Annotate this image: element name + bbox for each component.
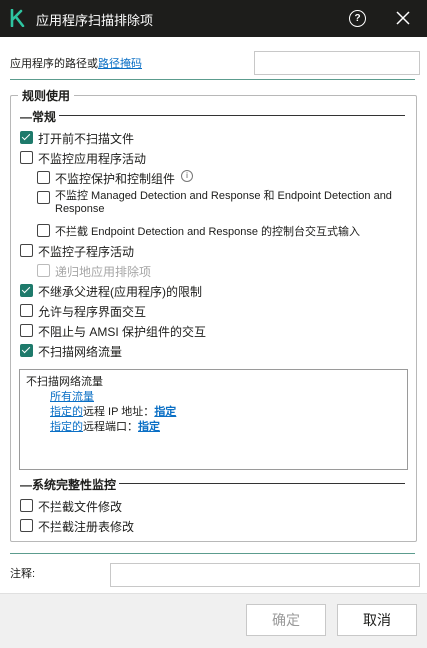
checkbox-item[interactable]: 不监控保护和控制组件 i bbox=[37, 170, 194, 187]
checkbox-label: 不继承父进程(应用程序)的限制 bbox=[38, 285, 202, 299]
specify-ip-link[interactable]: 指定 bbox=[154, 406, 176, 418]
help-icon[interactable]: ? bbox=[349, 10, 366, 27]
description-heading: 不扫描网络流量 bbox=[26, 376, 103, 388]
close-icon[interactable] bbox=[395, 9, 411, 27]
checkbox[interactable] bbox=[20, 324, 33, 337]
checkbox[interactable] bbox=[20, 151, 33, 164]
checkbox-label: 不拦截注册表修改 bbox=[38, 520, 135, 534]
divider bbox=[10, 553, 415, 554]
specified-port-link[interactable]: 指定的 bbox=[50, 421, 83, 433]
window-title: 应用程序扫描排除项 bbox=[36, 13, 154, 28]
path-input[interactable] bbox=[254, 51, 420, 75]
info-icon[interactable]: i bbox=[181, 170, 194, 182]
checkbox[interactable] bbox=[37, 191, 50, 204]
checkbox-item[interactable]: 打开前不扫描文件 bbox=[20, 130, 134, 147]
integrity-section-heading: —系统完整性监控 bbox=[20, 476, 120, 493]
checkbox-item[interactable]: 不监控子程序活动 bbox=[20, 243, 134, 260]
checkbox-item[interactable]: 不监控 Managed Detection and Response 和 End… bbox=[37, 190, 407, 216]
checkbox[interactable] bbox=[20, 499, 33, 512]
path-label: 应用程序的路径或 bbox=[10, 58, 98, 70]
checkbox-label: 打开前不扫描文件 bbox=[38, 132, 135, 146]
kaspersky-logo-icon bbox=[10, 9, 25, 27]
rules-group-title: 规则使用 bbox=[18, 87, 75, 104]
checkbox-label: 不拦截 Endpoint Detection and Response 的控制台… bbox=[55, 226, 361, 238]
checkbox-item[interactable]: 允许与程序界面交互 bbox=[20, 303, 146, 320]
checkbox-item[interactable]: 不拦截 Endpoint Detection and Response 的控制台… bbox=[37, 223, 360, 239]
checkbox-label: 不监控 Managed Detection and Response 和 End… bbox=[55, 190, 392, 215]
checkbox-label: 允许与程序界面交互 bbox=[38, 305, 147, 319]
checkbox-item[interactable]: 不拦截注册表修改 bbox=[20, 518, 134, 535]
remote-port-line: 指定的远程端口：指定 bbox=[50, 421, 160, 433]
checkbox-label: 递归地应用排除项 bbox=[55, 265, 152, 279]
all-traffic-link[interactable]: 所有流量 bbox=[50, 388, 94, 404]
checkbox-label: 不监控保护和控制组件 bbox=[55, 172, 176, 186]
checkbox[interactable] bbox=[20, 131, 33, 144]
checkbox-item[interactable]: 不继承父进程(应用程序)的限制 bbox=[20, 283, 202, 300]
checkbox-item[interactable]: 不拦截文件修改 bbox=[20, 498, 122, 515]
path-mask-link[interactable]: 路径掩码 bbox=[98, 58, 142, 70]
ok-button[interactable]: 确定 bbox=[246, 604, 326, 636]
specified-ip-link[interactable]: 指定的 bbox=[50, 406, 83, 418]
remote-ip-line: 指定的远程 IP 地址：指定 bbox=[50, 406, 177, 418]
comment-label: 注释: bbox=[10, 568, 36, 580]
checkbox-item-disabled: 递归地应用排除项 bbox=[37, 263, 151, 280]
cancel-button[interactable]: 取消 bbox=[337, 604, 417, 636]
title-bar: 应用程序扫描排除项 ? bbox=[0, 0, 427, 37]
checkbox[interactable] bbox=[20, 284, 33, 297]
comment-input[interactable] bbox=[110, 563, 420, 587]
checkbox-item[interactable]: 不监控应用程序活动 bbox=[20, 150, 146, 167]
checkbox[interactable] bbox=[20, 244, 33, 257]
checkbox-label: 不扫描网络流量 bbox=[38, 345, 123, 359]
divider bbox=[10, 79, 415, 80]
specify-port-link[interactable]: 指定 bbox=[138, 421, 160, 433]
checkbox-item[interactable]: 不阻止与 AMSI 保护组件的交互 bbox=[20, 323, 206, 340]
checkbox[interactable] bbox=[20, 344, 33, 357]
checkbox bbox=[37, 264, 50, 277]
rule-description-box: 不扫描网络流量 所有流量 指定的远程 IP 地址：指定 指定的远程端口：指定 bbox=[19, 369, 408, 470]
checkbox-label: 不阻止与 AMSI 保护组件的交互 bbox=[38, 325, 207, 339]
general-section-heading: —常规 bbox=[20, 108, 60, 125]
checkbox-label: 不拦截文件修改 bbox=[38, 500, 123, 514]
section-divider bbox=[20, 115, 405, 116]
checkbox-item[interactable]: 不扫描网络流量 bbox=[20, 343, 122, 360]
checkbox-label: 不监控应用程序活动 bbox=[38, 152, 147, 166]
path-label-row: 应用程序的路径或路径掩码 bbox=[10, 55, 142, 71]
checkbox[interactable] bbox=[20, 519, 33, 532]
checkbox[interactable] bbox=[37, 171, 50, 184]
checkbox[interactable] bbox=[20, 304, 33, 317]
checkbox[interactable] bbox=[37, 224, 50, 237]
checkbox-label: 不监控子程序活动 bbox=[38, 245, 135, 259]
